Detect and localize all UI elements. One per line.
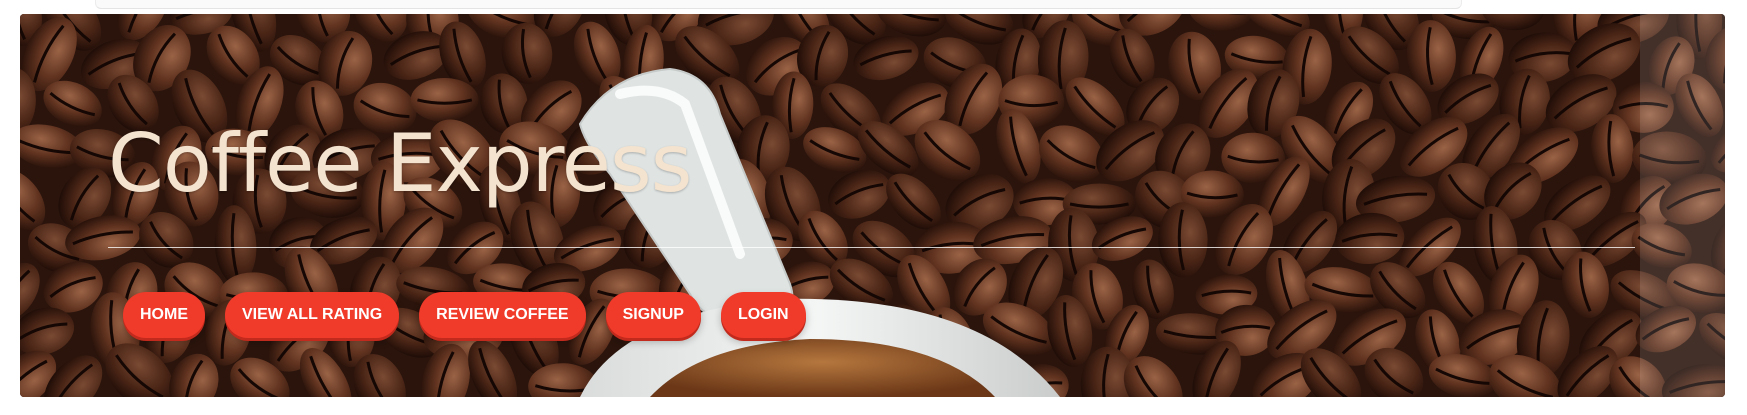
coffee-bean xyxy=(410,77,479,122)
nav-review-coffee-button[interactable]: REVIEW COFFEE xyxy=(419,292,586,338)
nav-home-button[interactable]: HOME xyxy=(123,292,205,338)
hero-banner: Coffee Express HOME VIEW ALL RATING REVI… xyxy=(20,14,1725,397)
hero-right-overlay xyxy=(1640,14,1725,397)
main-nav: HOME VIEW ALL RATING REVIEW COFFEE SIGNU… xyxy=(123,292,806,339)
nav-signup-button[interactable]: SIGNUP xyxy=(605,292,701,338)
site-title: Coffee Express xyxy=(108,117,692,210)
nav-login-button[interactable]: LOGIN xyxy=(720,292,806,338)
top-container-edge xyxy=(95,0,1462,9)
nav-view-all-rating-button[interactable]: VIEW ALL RATING xyxy=(225,292,400,338)
title-divider xyxy=(108,247,1635,248)
